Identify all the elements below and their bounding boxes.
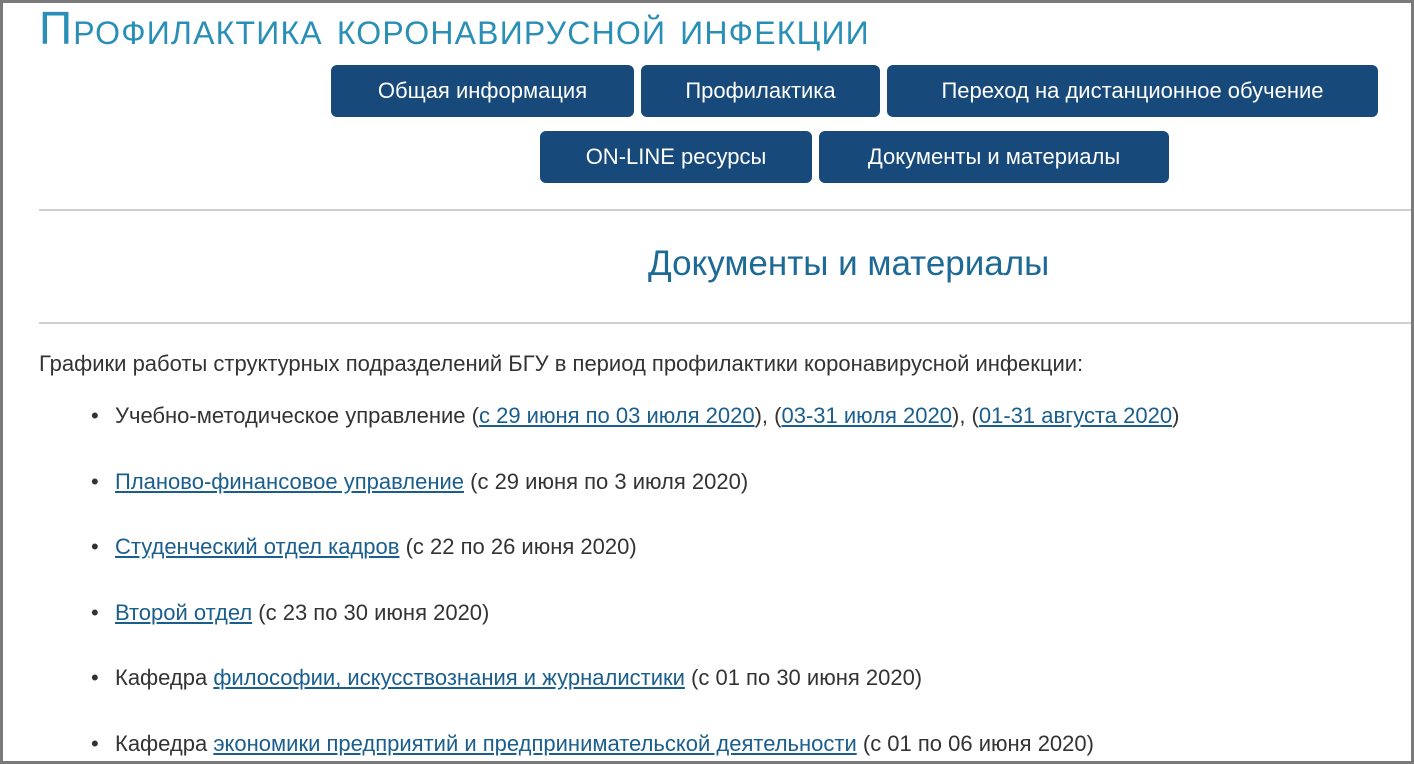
bullet-icon: •	[91, 534, 99, 560]
item-suffix: (с 23 по 30 июня 2020)	[252, 599, 490, 625]
intro-text: Графики работы структурных подразделений…	[39, 351, 1084, 376]
nav-button-prevention[interactable]: Профилактика	[641, 65, 880, 117]
nav-button-distance-learning[interactable]: Переход на дистанционное обучение	[887, 65, 1378, 117]
list-item: • Кафедра экономики предприятий и предпр…	[0, 730, 1179, 764]
nav-button-general[interactable]: Общая информация	[331, 65, 634, 117]
item-suffix: (с 01 по 30 июня 2020)	[684, 665, 923, 691]
nav-button-documents[interactable]: Документы и материалы	[819, 131, 1169, 183]
list-item: • Кафедра философии, искусствознания и ж…	[0, 664, 1179, 730]
bullet-icon: •	[91, 730, 99, 756]
divider-bottom	[39, 322, 1414, 324]
item-prefix: Учебно-методическое управление (	[115, 403, 479, 428]
document-list: • Учебно-методическое управление (с 29 и…	[0, 402, 1179, 764]
divider-top	[39, 209, 1414, 211]
link-philosophy-chair[interactable]: философии, искусствознания и журналистик…	[213, 665, 685, 690]
page: Профилактика коронавирусной инфекции Общ…	[0, 0, 1414, 764]
item-prefix: Кафедра	[115, 730, 214, 756]
item-suffix: (с 22 по 26 июня 2020)	[399, 534, 637, 560]
site-title: Профилактика коронавирусной инфекции	[39, 2, 870, 54]
list-item: • Второй отдел (с 23 по 30 июня 2020)	[0, 599, 1179, 665]
item-suffix: )	[1172, 403, 1180, 428]
list-item: • Студенческий отдел кадров (с 22 по 26 …	[0, 533, 1179, 599]
link-student-hr[interactable]: Студенческий отдел кадров	[115, 534, 399, 559]
link-umu-july[interactable]: 03-31 июля 2020	[782, 403, 953, 428]
link-second-department[interactable]: Второй отдел	[115, 600, 252, 625]
bullet-icon: •	[91, 665, 99, 691]
link-umu-august[interactable]: 01-31 августа 2020	[979, 403, 1172, 428]
item-suffix: (с 01 по 06 июня 2020)	[856, 730, 1094, 756]
bullet-icon: •	[91, 403, 99, 428]
list-item: • Учебно-методическое управление (с 29 и…	[0, 402, 1179, 468]
bullet-icon: •	[91, 468, 99, 494]
section-title: Документы и материалы	[648, 244, 1050, 283]
item-suffix: (с 29 июня по 3 июля 2020)	[464, 468, 749, 494]
link-finance-department[interactable]: Планово-финансовое управление	[115, 469, 464, 494]
nav-button-online-resources[interactable]: ON-LINE ресурсы	[540, 131, 812, 183]
bullet-icon: •	[91, 599, 99, 625]
list-item: • Планово-финансовое управление (с 29 ию…	[0, 468, 1179, 534]
item-separator: ), (	[952, 403, 979, 428]
section-title-container: Документы и материалы	[0, 240, 1414, 288]
link-umu-june[interactable]: с 29 июня по 03 июля 2020	[479, 403, 755, 428]
item-prefix: Кафедра	[115, 665, 214, 691]
link-economics-chair[interactable]: экономики предприятий и предпринимательс…	[213, 731, 856, 756]
item-separator: ), (	[754, 403, 782, 428]
